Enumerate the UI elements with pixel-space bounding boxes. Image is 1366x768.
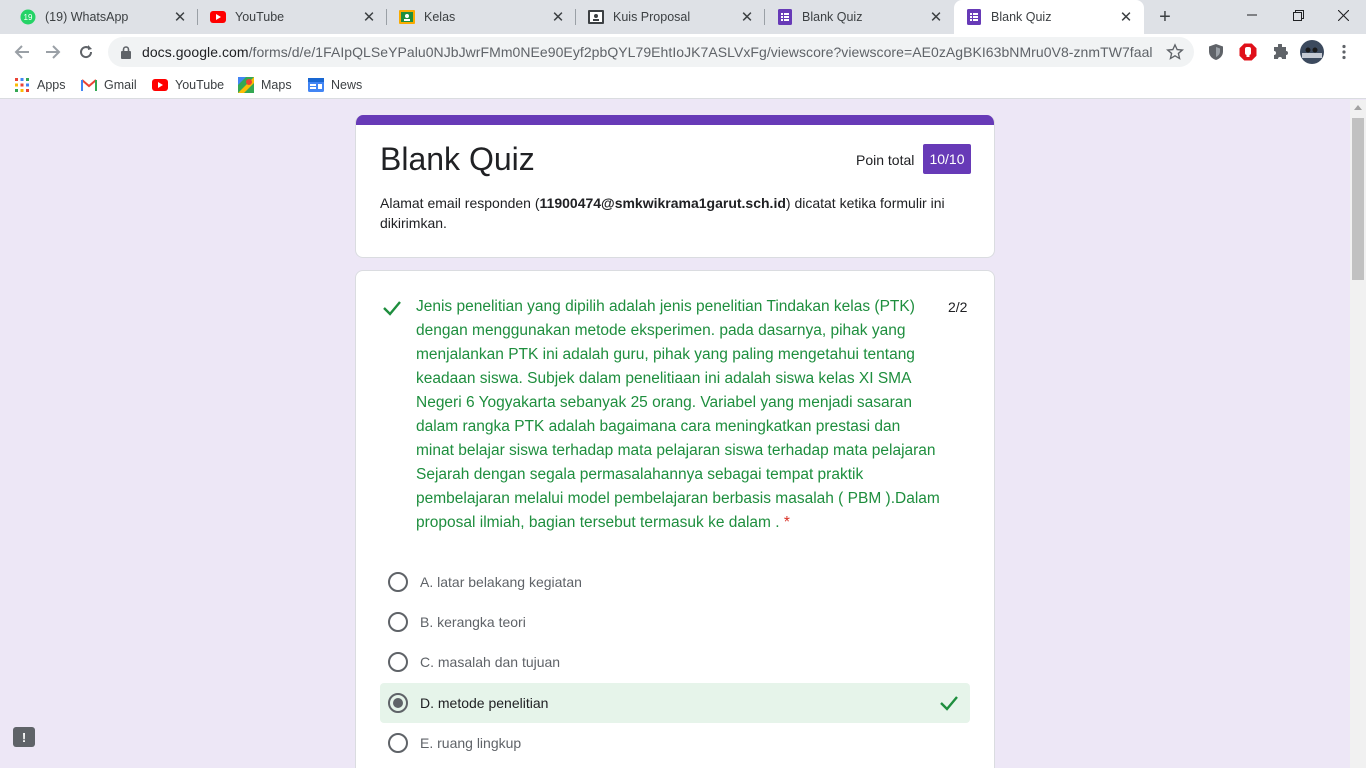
- tab-title: Blank Quiz: [991, 10, 1052, 24]
- lock-icon[interactable]: [118, 44, 134, 60]
- youtube-icon: [210, 9, 226, 25]
- tab-title: Kuis Proposal: [613, 10, 691, 24]
- tab-title: Kelas: [424, 10, 456, 24]
- whatsapp-icon: 19: [20, 9, 36, 25]
- reload-icon[interactable]: [73, 39, 99, 65]
- forms-icon: [777, 9, 793, 25]
- question-body: Jenis penelitian yang dipilih adalah jen…: [416, 298, 940, 531]
- radio-button-selected[interactable]: [388, 693, 408, 713]
- correct-check-icon: [381, 297, 403, 319]
- apps-grid-icon: [14, 77, 30, 93]
- back-icon[interactable]: [9, 39, 35, 65]
- shield-extension-icon[interactable]: [1206, 42, 1226, 62]
- option-label: B. kerangka teori: [420, 614, 526, 630]
- tab-title: (19) WhatsApp: [45, 10, 129, 24]
- tab-title: Blank Quiz: [802, 10, 863, 24]
- option-label: A. latar belakang kegiatan: [420, 574, 582, 590]
- news-icon: [308, 77, 324, 93]
- quiz-header-card: Blank Quiz Poin total 10/10 Alamat email…: [355, 115, 995, 258]
- respondent-email: 11900474@smkwikrama1garut.sch.id: [539, 195, 786, 211]
- option-a[interactable]: A. latar belakang kegiatan: [380, 562, 970, 602]
- total-points-badge: 10/10: [923, 144, 971, 174]
- tab-title: YouTube: [235, 10, 285, 24]
- extensions-puzzle-icon[interactable]: [1270, 42, 1290, 62]
- assignment-icon: [588, 9, 604, 25]
- bookmark-label: News: [331, 78, 363, 92]
- bookmark-star-icon[interactable]: [1165, 43, 1185, 61]
- forms-icon: [966, 9, 982, 25]
- close-tab-icon[interactable]: ✕: [1118, 9, 1134, 26]
- maps-icon: [238, 77, 254, 93]
- radio-button[interactable]: [388, 733, 408, 753]
- bookmark-label: Gmail: [104, 78, 137, 92]
- close-tab-icon[interactable]: ✕: [928, 9, 944, 26]
- radio-button[interactable]: [388, 572, 408, 592]
- required-asterisk: *: [783, 514, 790, 531]
- question-text: Jenis penelitian yang dipilih adalah jen…: [416, 295, 941, 535]
- restore-icon[interactable]: [1275, 0, 1321, 30]
- option-c[interactable]: C. masalah dan tujuan: [380, 642, 970, 682]
- browser-toolbar: docs.google.com/forms/d/e/1FAIpQLSeYPalu…: [0, 34, 1366, 70]
- url-path: /forms/d/e/1FAIpQLSeYPalu0NJbJwrFMm0NEe9…: [248, 44, 1152, 60]
- option-label: D. metode penelitian: [420, 695, 549, 711]
- youtube-icon: [152, 77, 168, 93]
- classroom-icon: [399, 9, 415, 25]
- page-scrollbar[interactable]: [1350, 100, 1366, 768]
- close-window-icon[interactable]: [1320, 0, 1366, 30]
- browser-menu-icon[interactable]: [1334, 42, 1354, 62]
- adblock-extension-icon[interactable]: [1238, 42, 1258, 62]
- tab-youtube[interactable]: YouTube ✕: [198, 0, 387, 34]
- address-bar[interactable]: docs.google.com/forms/d/e/1FAIpQLSeYPalu…: [108, 37, 1194, 67]
- total-points-label: Poin total: [856, 152, 915, 168]
- option-d[interactable]: D. metode penelitian: [380, 683, 970, 723]
- bookmarks-bar: Apps Gmail YouTube Maps News: [0, 70, 1366, 99]
- url-host: docs.google.com: [142, 44, 249, 60]
- header-accent-bar: [356, 115, 994, 125]
- forward-icon[interactable]: [40, 39, 66, 65]
- close-tab-icon[interactable]: ✕: [361, 9, 377, 26]
- whatsapp-unread-count: 19: [24, 13, 33, 22]
- tab-kelas[interactable]: Kelas ✕: [387, 0, 576, 34]
- question-score: 2/2: [948, 299, 968, 315]
- quiz-title: Blank Quiz: [380, 141, 535, 177]
- new-tab-button[interactable]: +: [1153, 6, 1177, 28]
- option-label: E. ruang lingkup: [420, 735, 522, 751]
- scrollbar-thumb[interactable]: [1352, 118, 1364, 280]
- tab-blank-quiz-active[interactable]: Blank Quiz ✕: [954, 0, 1144, 34]
- correct-answer-check-icon: [938, 692, 960, 714]
- minimize-icon[interactable]: [1229, 0, 1275, 30]
- bookmark-news[interactable]: News: [308, 75, 362, 95]
- tab-blank-quiz-1[interactable]: Blank Quiz ✕: [765, 0, 954, 34]
- bookmark-label: YouTube: [175, 78, 225, 92]
- report-feedback-button[interactable]: !: [13, 727, 35, 747]
- bookmark-label: Apps: [37, 78, 66, 92]
- tab-kuis-proposal[interactable]: Kuis Proposal ✕: [576, 0, 765, 34]
- question-card: Jenis penelitian yang dipilih adalah jen…: [355, 270, 995, 768]
- scroll-up-arrow-icon[interactable]: [1354, 105, 1362, 110]
- bookmark-maps[interactable]: Maps: [238, 75, 292, 95]
- bookmark-label: Maps: [261, 78, 292, 92]
- gmail-icon: [81, 77, 97, 93]
- close-tab-icon[interactable]: ✕: [550, 9, 566, 26]
- tab-whatsapp[interactable]: 19 (19) WhatsApp ✕: [8, 0, 198, 34]
- profile-avatar[interactable]: [1300, 40, 1324, 64]
- radio-button[interactable]: [388, 652, 408, 672]
- close-tab-icon[interactable]: ✕: [172, 9, 188, 26]
- bookmark-gmail[interactable]: Gmail: [81, 75, 137, 95]
- option-b[interactable]: B. kerangka teori: [380, 602, 970, 642]
- bookmark-apps[interactable]: Apps: [14, 75, 66, 95]
- email-note-prefix: Alamat email responden (: [380, 195, 540, 211]
- url-text: docs.google.com/forms/d/e/1FAIpQLSeYPalu…: [142, 44, 1152, 60]
- close-tab-icon[interactable]: ✕: [739, 9, 755, 26]
- respondent-email-note: Alamat email responden (11900474@smkwikr…: [380, 193, 980, 233]
- radio-button[interactable]: [388, 612, 408, 632]
- bookmark-youtube[interactable]: YouTube: [152, 75, 224, 95]
- tab-strip: 19 (19) WhatsApp ✕ YouTube ✕ Kelas ✕ Kui…: [0, 0, 1366, 34]
- option-e[interactable]: E. ruang lingkup: [380, 723, 970, 763]
- option-label: C. masalah dan tujuan: [420, 654, 561, 670]
